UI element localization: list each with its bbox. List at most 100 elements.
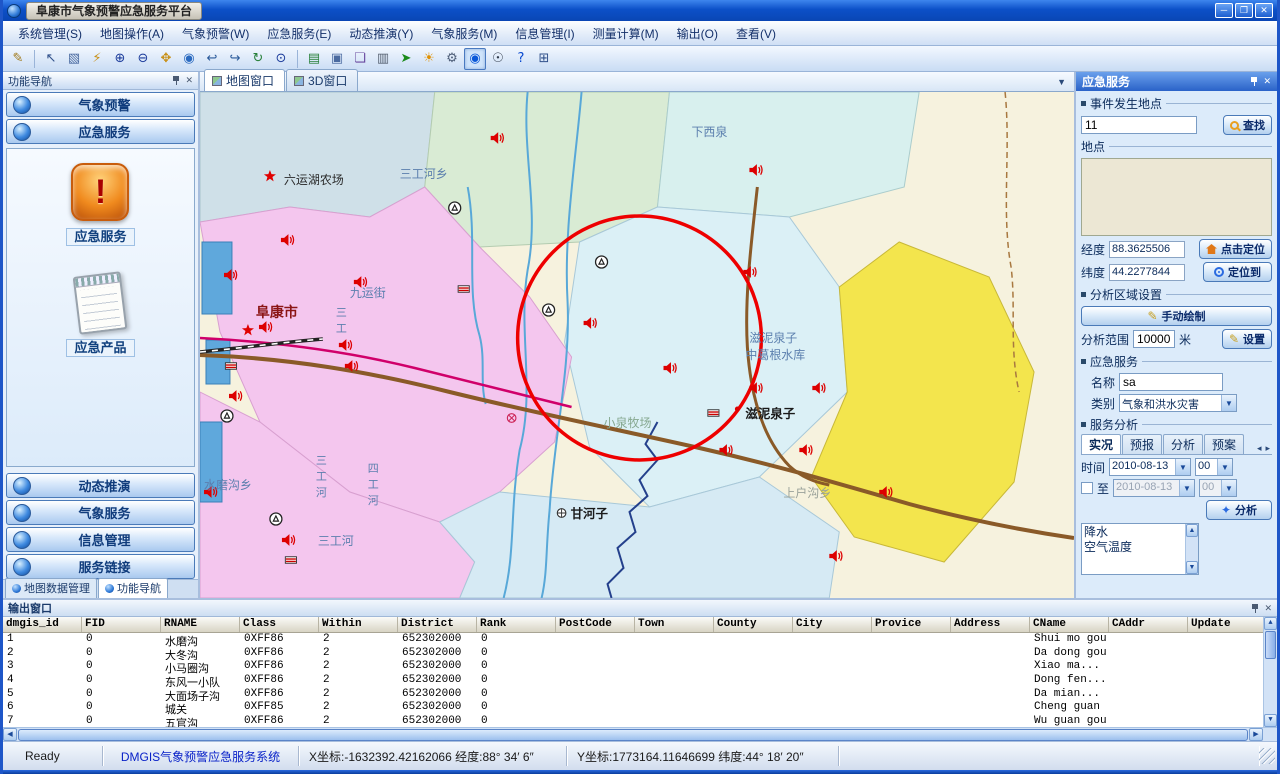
scroll-left-icon[interactable]: ◀ — [3, 728, 17, 741]
pointer-tool-icon[interactable]: ➤ — [395, 48, 417, 70]
export-view-icon[interactable]: ⊞ — [533, 48, 555, 70]
tab-live[interactable]: 实况 — [1081, 434, 1121, 454]
monitoring-station-marker[interactable] — [270, 513, 282, 525]
column-header[interactable]: Provice — [872, 617, 951, 632]
pan-hand-icon[interactable]: ✥ — [155, 48, 177, 70]
service-name-input[interactable] — [1119, 373, 1223, 391]
tab-plan[interactable]: 预案 — [1204, 434, 1244, 454]
full-extent-icon[interactable]: ◉ — [178, 48, 200, 70]
tab-analyze[interactable]: 分析 — [1163, 434, 1203, 454]
place-list[interactable] — [1081, 158, 1272, 236]
copy-map-icon[interactable]: ❏ — [349, 48, 371, 70]
table-row[interactable]: 70五官沟0XFF8626523020000Wu guan gou — [3, 715, 1263, 727]
menu-measure-calculate[interactable]: 测量计算(M) — [584, 22, 668, 45]
manual-draw-button[interactable]: ✎ 手动绘制 — [1081, 306, 1272, 326]
edit-pencil-icon[interactable]: ✎ — [7, 48, 29, 70]
layer-manager-icon[interactable]: ▤ — [303, 48, 325, 70]
event-location-input[interactable] — [1081, 116, 1197, 134]
chevron-down-icon[interactable]: ▼ — [1179, 480, 1194, 496]
nav-weather-service[interactable]: 气象服务 — [6, 500, 195, 525]
pin-icon[interactable] — [1250, 77, 1258, 86]
column-header[interactable]: Update — [1188, 617, 1263, 632]
date-from-select[interactable]: 2010-08-13▼ — [1109, 458, 1191, 476]
menu-dynamic-simulation[interactable]: 动态推演(Y) — [340, 22, 422, 45]
menu-weather-warning[interactable]: 气象预警(W) — [173, 22, 258, 45]
table-row[interactable]: 40东风一小队0XFF8626523020000Dong fen... — [3, 674, 1263, 688]
tab-map-data-management[interactable]: 地图数据管理 — [5, 578, 97, 598]
tab-scroll-right-icon[interactable]: ▸ — [1263, 443, 1272, 454]
nav-info-management[interactable]: 信息管理 — [6, 527, 195, 552]
date-to-select[interactable]: 2010-08-13▼ — [1113, 479, 1195, 497]
scroll-up-icon[interactable]: ▲ — [1264, 617, 1277, 630]
monitoring-station-marker[interactable] — [221, 410, 233, 422]
menu-view[interactable]: 查看(V) — [727, 22, 785, 45]
flag-marker[interactable] — [708, 410, 719, 417]
zoom-in-icon[interactable]: ⊕ — [109, 48, 131, 70]
town-dot-marker[interactable] — [735, 407, 740, 412]
tab-scroll-left-icon[interactable]: ◂ — [1255, 443, 1264, 454]
scroll-up-icon[interactable]: ▲ — [1186, 524, 1198, 537]
to-checkbox[interactable] — [1081, 482, 1093, 494]
column-header[interactable]: CAddr — [1109, 617, 1188, 632]
analyze-button[interactable]: ✦ 分析 — [1206, 500, 1272, 520]
select-rect-icon[interactable]: ▧ — [63, 48, 85, 70]
service-type-select[interactable]: 气象和洪水灾害▼ — [1119, 394, 1237, 412]
list-scrollbar[interactable]: ▲ ▼ — [1185, 524, 1198, 574]
print-icon[interactable]: ▥ — [372, 48, 394, 70]
flag-marker[interactable] — [458, 286, 469, 293]
close-icon[interactable]: ✕ — [1264, 604, 1272, 613]
column-header[interactable]: District — [398, 617, 477, 632]
hour-to-select[interactable]: 00▼ — [1199, 479, 1237, 497]
scrollbar-thumb[interactable] — [1265, 631, 1276, 659]
nav-emergency-service[interactable]: 应急服务 — [6, 119, 195, 144]
chevron-down-icon[interactable]: ▼ — [1221, 395, 1236, 411]
chevron-down-icon[interactable]: ▼ — [1175, 459, 1190, 475]
column-header[interactable]: Rank — [477, 617, 556, 632]
menu-map-operation[interactable]: 地图操作(A) — [91, 22, 173, 45]
table-row[interactable]: 50大面场子沟0XFF8626523020000Da mian... — [3, 688, 1263, 702]
search-button[interactable]: 查找 — [1223, 115, 1272, 135]
menu-weather-service[interactable]: 气象服务(M) — [422, 22, 506, 45]
tab-function-nav[interactable]: 功能导航 — [98, 578, 168, 598]
menu-output[interactable]: 输出(O) — [668, 22, 727, 45]
list-item[interactable]: 降水 — [1084, 525, 1183, 540]
table-vertical-scrollbar[interactable]: ▲ ▼ — [1263, 617, 1277, 727]
menu-emergency-service[interactable]: 应急服务(E) — [258, 22, 340, 45]
minimize-button[interactable]: ─ — [1215, 3, 1233, 18]
monitoring-station-marker[interactable] — [596, 256, 608, 268]
tab-forecast[interactable]: 预报 — [1122, 434, 1162, 454]
zoom-previous-icon[interactable]: ↩ — [201, 48, 223, 70]
table-row[interactable]: 30小马圈沟0XFF8626523020000Xiao ma... — [3, 660, 1263, 674]
scroll-down-icon[interactable]: ▼ — [1264, 714, 1277, 727]
select-arrow-icon[interactable]: ↖ — [40, 48, 62, 70]
tab-map-window[interactable]: 地图窗口 — [204, 69, 285, 91]
close-button[interactable]: ✕ — [1255, 3, 1273, 18]
clear-selection-icon[interactable]: ⚡ — [86, 48, 108, 70]
longitude-value[interactable]: 88.3625506 — [1109, 241, 1185, 258]
column-header[interactable]: County — [714, 617, 793, 632]
scrollbar-thumb[interactable] — [18, 729, 1248, 741]
column-header[interactable]: Within — [319, 617, 398, 632]
refresh-icon[interactable]: ↻ — [247, 48, 269, 70]
nav-dynamic-simulation[interactable]: 动态推演 — [6, 473, 195, 498]
resize-grip[interactable] — [1259, 748, 1275, 764]
menu-system-management[interactable]: 系统管理(S) — [9, 22, 91, 45]
emergency-globe-icon[interactable]: ◉ — [464, 48, 486, 70]
close-icon[interactable]: ✕ — [185, 76, 193, 85]
flag-marker[interactable] — [285, 557, 296, 564]
column-header[interactable]: City — [793, 617, 872, 632]
column-header[interactable]: RNAME — [161, 617, 240, 632]
map-image-icon[interactable]: ▣ — [326, 48, 348, 70]
scroll-down-icon[interactable]: ▼ — [1186, 561, 1198, 574]
monitoring-station-marker[interactable] — [449, 202, 461, 214]
table-row[interactable]: 20大冬沟0XFF8626523020000Da dong gou — [3, 647, 1263, 661]
nav-service-links[interactable]: 服务链接 — [6, 554, 195, 579]
menu-info-management[interactable]: 信息管理(I) — [506, 22, 583, 45]
list-item[interactable]: 空气温度 — [1084, 540, 1183, 555]
locate-to-button[interactable]: 定位到 — [1203, 262, 1272, 282]
zoom-select-icon[interactable]: ⊙ — [270, 48, 292, 70]
hour-from-select[interactable]: 00▼ — [1195, 458, 1233, 476]
eye-tool-icon[interactable]: ☉ — [487, 48, 509, 70]
zoom-out-icon[interactable]: ⊖ — [132, 48, 154, 70]
scroll-right-icon[interactable]: ▶ — [1249, 728, 1263, 741]
